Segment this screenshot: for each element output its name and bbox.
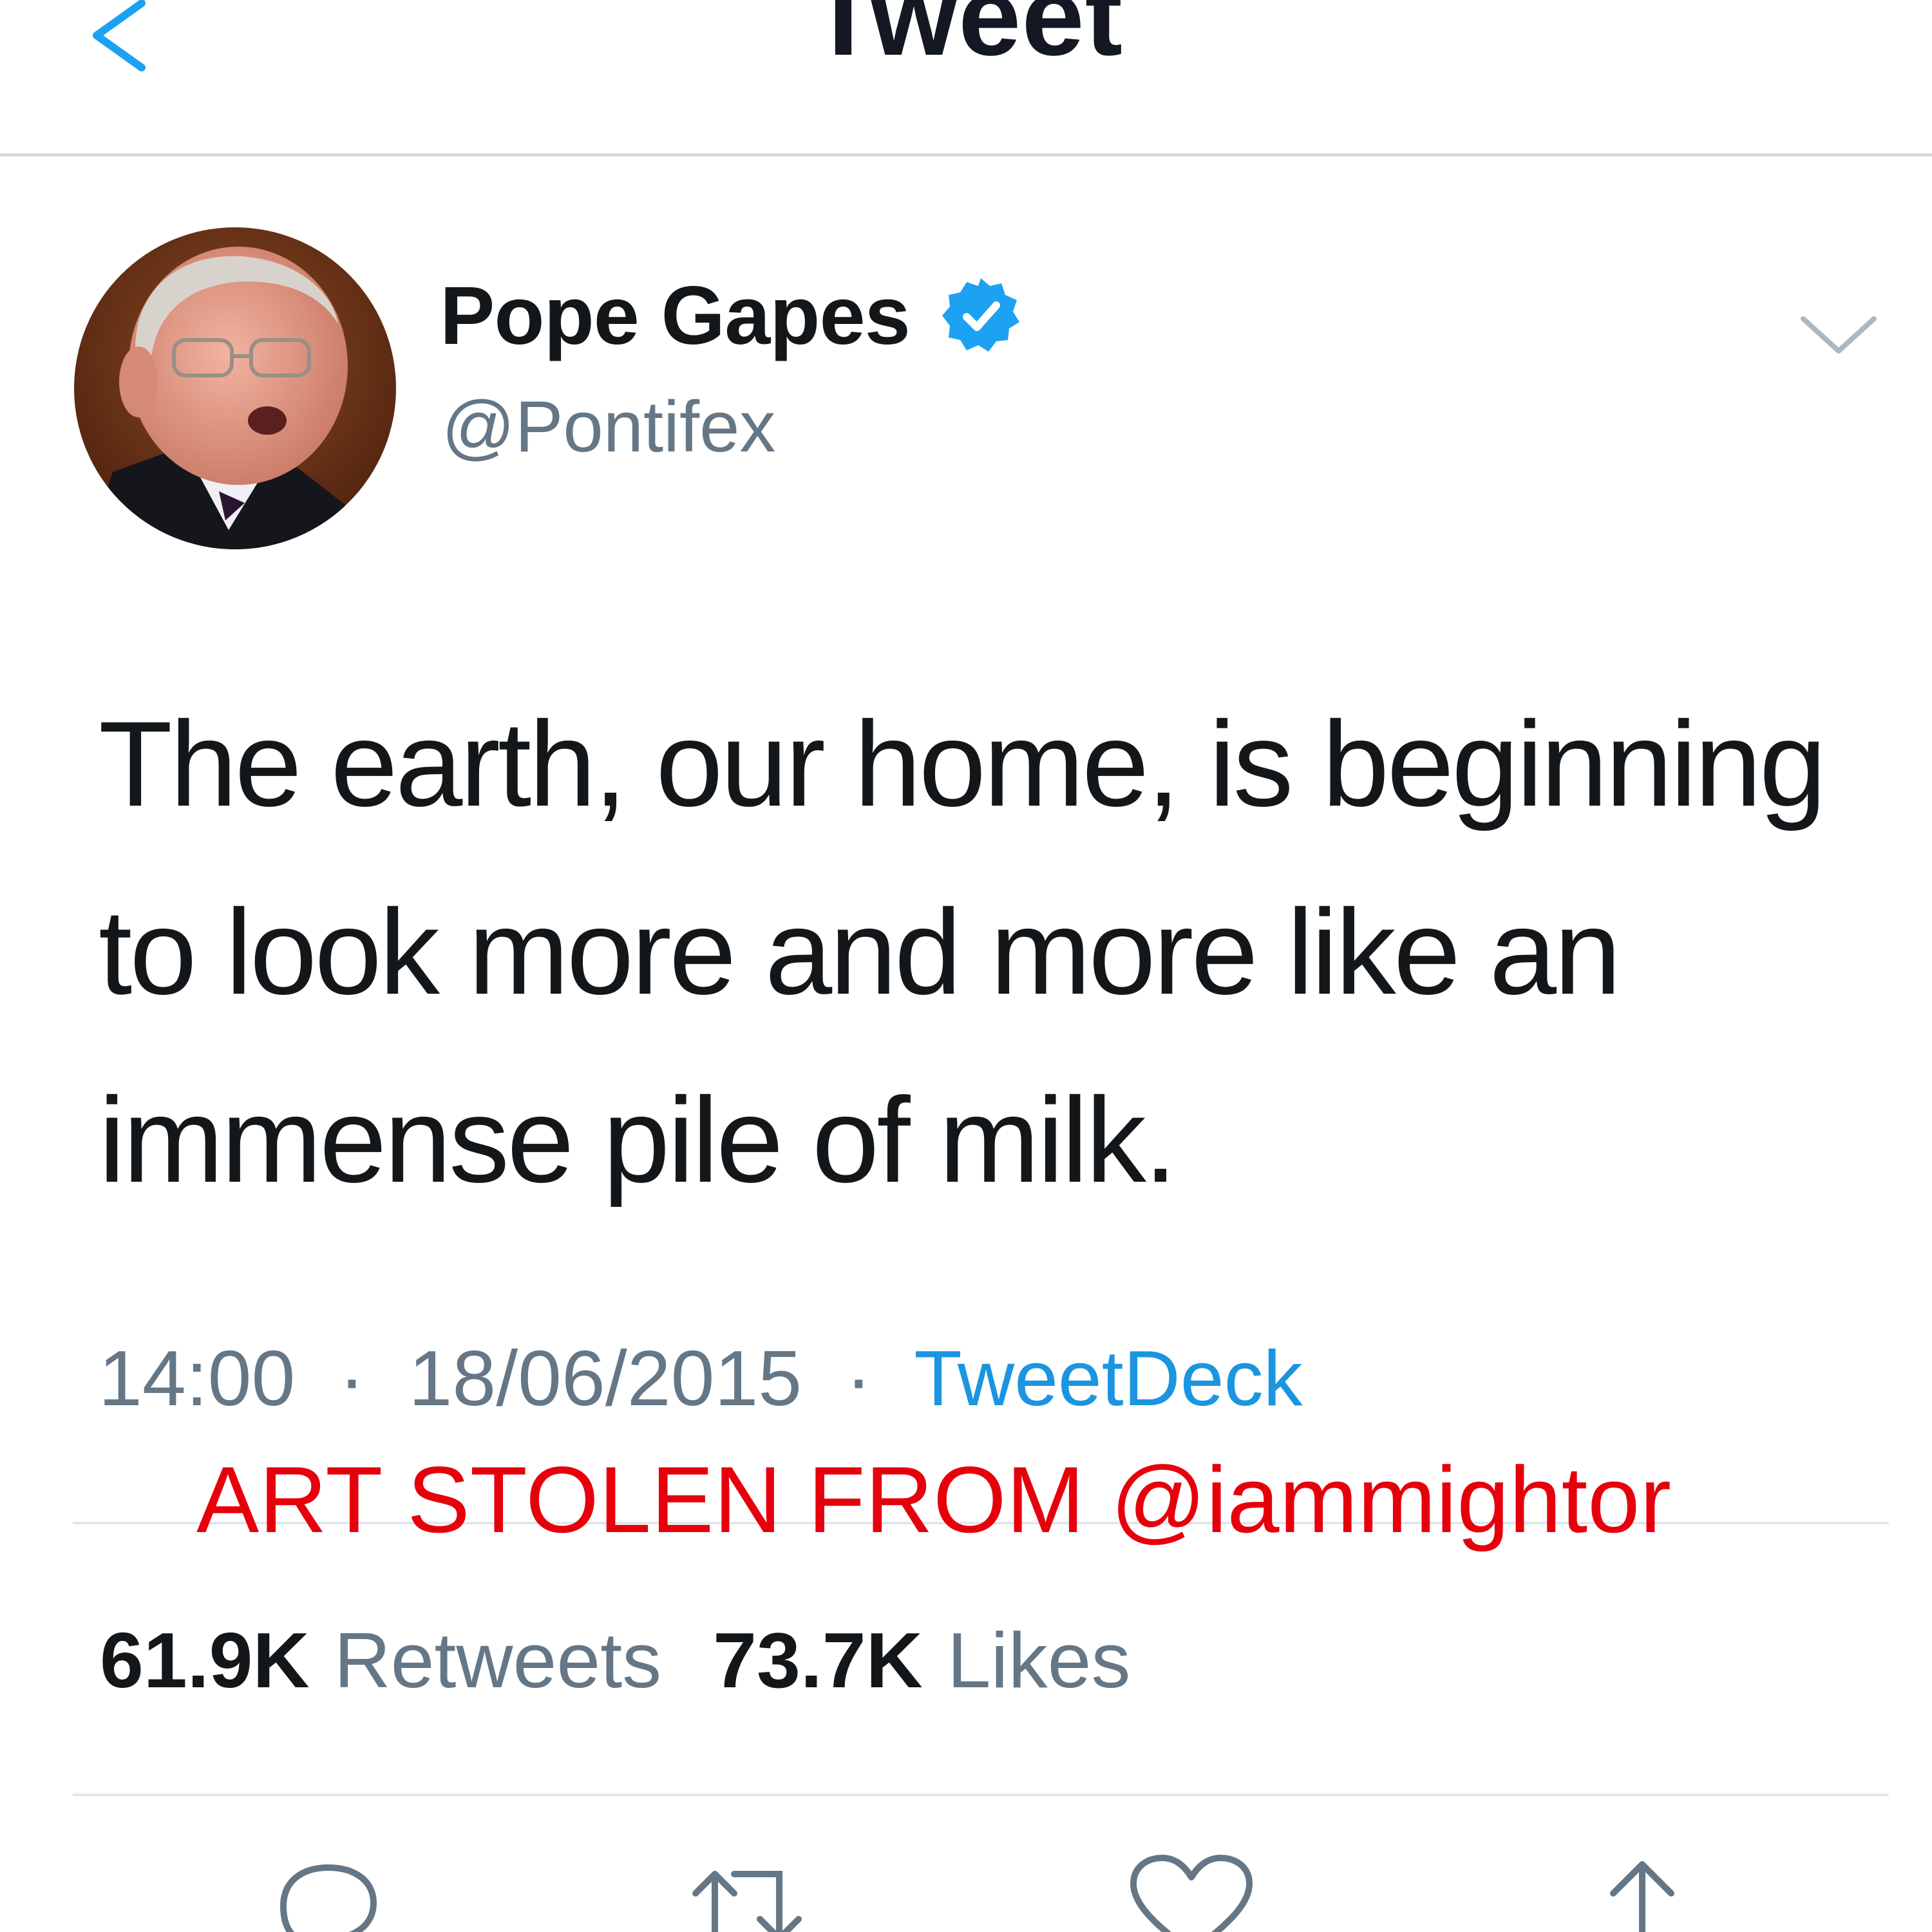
tweet-meta: 14:00 · 18/06/2015 · TweetDeck [99, 1333, 1303, 1423]
share-icon[interactable] [1571, 1855, 1713, 1932]
divider [73, 1794, 1889, 1796]
reply-icon[interactable] [258, 1855, 399, 1932]
tweet-date: 18/06/2015 [408, 1334, 802, 1422]
tweet-text-line: The earth, our home, is beginning [99, 696, 1826, 831]
likes-count: 73.7K [713, 1616, 923, 1704]
avatar[interactable] [74, 227, 396, 549]
likes-label: Likes [947, 1616, 1131, 1704]
watermark-text: ART STOLEN FROM @iammightor [196, 1447, 1672, 1552]
chevron-down-icon[interactable] [1797, 303, 1880, 367]
like-icon[interactable] [1121, 1855, 1262, 1932]
tweet-stats: 61.9K Retweets 73.7K Likes [100, 1615, 1182, 1705]
header-divider [0, 153, 1932, 156]
author-name-row[interactable]: Pope Gapes [440, 267, 1021, 364]
verified-badge-icon [942, 278, 1019, 352]
meta-separator: · [824, 1334, 894, 1422]
retweets-count: 61.9K [100, 1616, 310, 1704]
tweet-detail-screen: Tweet Pope Gapes @Pontifex The earth, ou… [0, 0, 1932, 1932]
retweets-stat[interactable]: 61.9K Retweets [100, 1615, 661, 1705]
avatar-image [74, 227, 396, 549]
tweet-source-link[interactable]: TweetDeck [914, 1334, 1302, 1422]
tweet-text-line: to look more and more like an [99, 884, 1622, 1019]
likes-stat[interactable]: 73.7K Likes [713, 1615, 1130, 1705]
display-name[interactable]: Pope Gapes [440, 269, 911, 363]
retweet-icon[interactable] [676, 1855, 818, 1932]
page-title: Tweet [809, 0, 1123, 79]
tweet-time: 14:00 [99, 1334, 296, 1422]
tweet-text: The earth, our home, is beginning to loo… [99, 670, 1902, 1234]
tweet-text-line: immense pile of milk. [99, 1072, 1177, 1208]
author-handle[interactable]: @Pontifex [442, 385, 775, 468]
retweets-label: Retweets [334, 1616, 662, 1704]
meta-separator: · [317, 1334, 387, 1422]
